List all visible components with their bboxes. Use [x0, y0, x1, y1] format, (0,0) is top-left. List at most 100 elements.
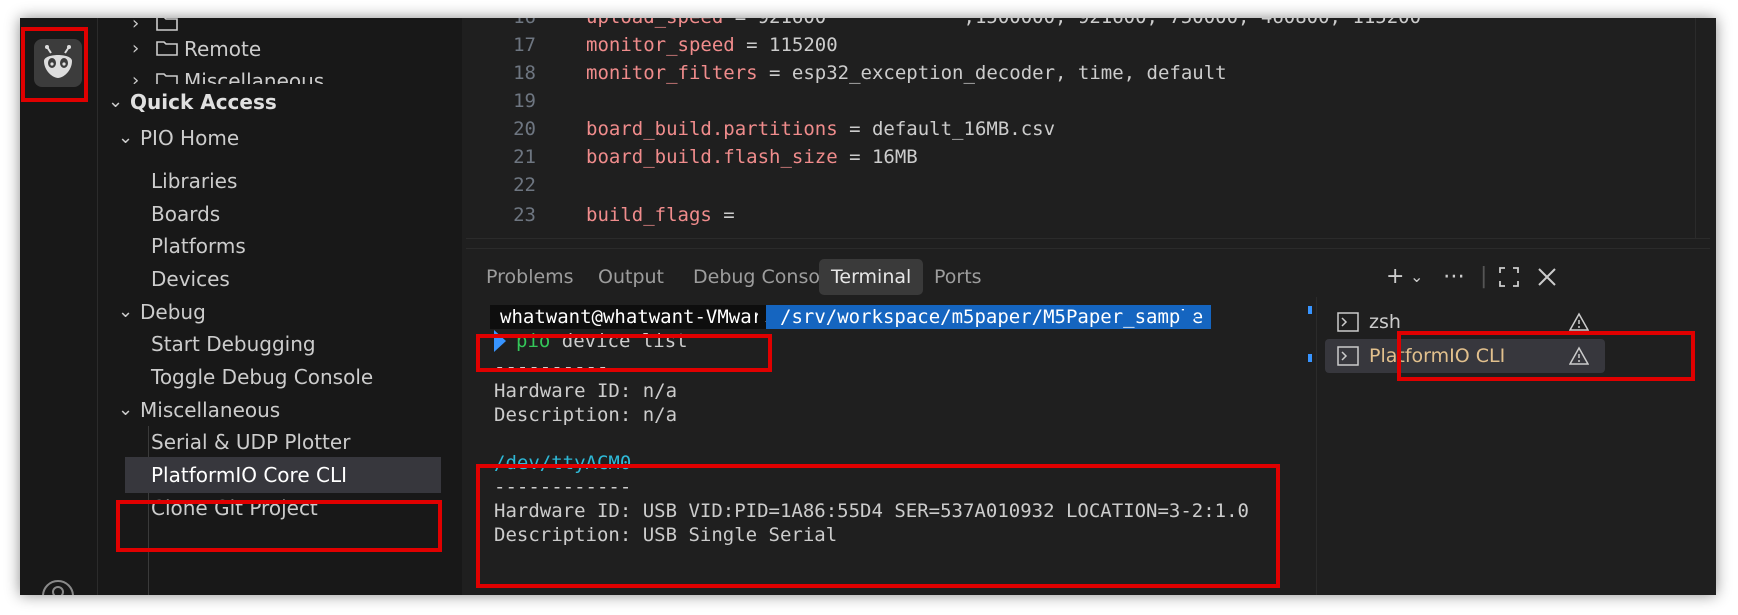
- sidebar-item-clone-git-project[interactable]: Clone Git Project: [98, 490, 462, 526]
- chevron-down-icon: ⌄: [118, 399, 134, 420]
- terminal-scroll-marker: [1308, 354, 1312, 362]
- chevron-down-icon: ⌄: [118, 301, 134, 322]
- prompt-path-segment: /srv/workspace/m5paper/M5Paper_sample: [766, 305, 1212, 329]
- config-key: upload_speed: [586, 18, 723, 28]
- terminal-icon: [1337, 312, 1359, 332]
- more-actions-icon[interactable]: ⋯: [1443, 259, 1465, 295]
- editor-scrollbar[interactable]: [1695, 18, 1710, 238]
- item-label: Clone Git Project: [151, 496, 318, 520]
- terminal-line: Hardware ID: USB VID:PID=1A86:55D4 SER=5…: [494, 500, 1249, 522]
- warning-icon: [1569, 346, 1589, 365]
- config-key: board_build.flash_size: [586, 146, 838, 168]
- command-program: pio: [516, 330, 551, 352]
- config-key: monitor_filters: [586, 62, 758, 84]
- bottom-panel: Problems Output Debug Console Terminal P…: [466, 248, 1710, 595]
- folder-icon: [156, 18, 178, 31]
- sidebar-item-libraries[interactable]: Libraries: [98, 163, 462, 199]
- code-editor[interactable]: 16upload_speed = 921600 ;1500000, 921600…: [466, 18, 1710, 239]
- activity-bar: [20, 18, 98, 595]
- platformio-alien-icon: [44, 45, 72, 78]
- terminal-line: Description: USB Single Serial: [494, 524, 838, 546]
- chevron-down-icon: ⌄: [108, 91, 124, 112]
- sidebar-item-devices[interactable]: Devices: [98, 261, 462, 297]
- platformio-activity-button[interactable]: [34, 39, 82, 87]
- chevron-down-icon[interactable]: ⌄: [1410, 259, 1423, 295]
- vscode-window: › › Remote › Miscellaneous ⌄ Quick Acces…: [20, 18, 1716, 595]
- sidebar-item-platformio-core-cli[interactable]: PlatformIO Core CLI: [125, 457, 441, 493]
- item-label: Toggle Debug Console: [151, 365, 374, 389]
- item-label: Platforms: [151, 234, 246, 258]
- item-label: PlatformIO Core CLI: [151, 463, 347, 487]
- platformio-sidebar: › › Remote › Miscellaneous ⌄ Quick Acces…: [98, 18, 462, 595]
- item-label: Serial & UDP Plotter: [151, 430, 351, 454]
- sidebar-item-start-debugging[interactable]: Start Debugging: [98, 326, 462, 362]
- terminal-line: ----------: [494, 356, 609, 378]
- line-number: 23: [513, 204, 536, 226]
- config-key: board_build.partitions: [586, 118, 838, 140]
- new-terminal-plus-icon[interactable]: +: [1386, 259, 1404, 295]
- terminal-tabs-list: zsh PlatformIO CLI: [1316, 297, 1711, 595]
- panel-tabs: Problems Output Debug Console Terminal P…: [466, 249, 1710, 297]
- chevron-right-icon: ›: [132, 38, 140, 59]
- line-number: 19: [513, 90, 536, 112]
- line-number: 22: [513, 174, 536, 196]
- tab-ports[interactable]: Ports: [922, 259, 994, 295]
- prompt-separator: [1184, 305, 1196, 329]
- line-number: 17: [513, 34, 536, 56]
- item-label: Start Debugging: [151, 332, 316, 356]
- config-key: monitor_speed: [586, 34, 735, 56]
- config-value: = esp32_exception_decoder, time, default: [757, 62, 1227, 84]
- config-value: = 16MB: [837, 146, 918, 168]
- section-title: Quick Access: [130, 90, 277, 114]
- line-number: 20: [513, 118, 536, 140]
- tab-terminal[interactable]: Terminal: [819, 259, 924, 295]
- terminal-line: Description: n/a: [494, 404, 678, 426]
- group-label: PIO Home: [140, 126, 240, 150]
- terminal-tab-platformio-cli[interactable]: PlatformIO CLI: [1325, 339, 1605, 373]
- command-line: pio device list: [516, 329, 688, 353]
- terminal-line: Hardware ID: n/a: [494, 380, 678, 402]
- line-number: 18: [513, 62, 536, 84]
- terminal-tab-zsh[interactable]: zsh: [1325, 305, 1605, 339]
- group-debug[interactable]: ⌄ Debug: [98, 294, 462, 330]
- toolbar-divider: |: [1480, 264, 1488, 289]
- config-value: = default_16MB.csv: [837, 118, 1056, 140]
- config-value: = 921600 ;1500000, 921600, 750000, 46080…: [723, 18, 1421, 28]
- terminal-icon: [1337, 346, 1359, 366]
- tab-output[interactable]: Output: [586, 259, 676, 295]
- config-value: = 115200: [734, 34, 838, 56]
- close-panel-icon[interactable]: [1536, 259, 1558, 295]
- terminal-output[interactable]: whatwant@whatwant-VMware /srv/workspace/…: [466, 297, 1294, 595]
- sidebar-item-toggle-debug-console[interactable]: Toggle Debug Console: [98, 359, 462, 395]
- warning-icon: [1569, 312, 1589, 331]
- folder-icon: [156, 41, 178, 56]
- group-pio-home[interactable]: ⌄ PIO Home: [98, 120, 462, 156]
- maximize-panel-icon[interactable]: [1498, 259, 1520, 295]
- prompt-user-segment: whatwant@whatwant-VMware: [490, 305, 787, 329]
- terminal-line: ------------: [494, 476, 632, 498]
- terminal-tab-label: PlatformIO CLI: [1369, 345, 1506, 367]
- group-label: Debug: [140, 300, 206, 324]
- sidebar-item-serial-udp-plotter[interactable]: Serial & UDP Plotter: [98, 424, 462, 460]
- tab-problems[interactable]: Problems: [474, 259, 586, 295]
- device-path: /dev/ttyACM0: [494, 452, 632, 474]
- terminal-scroll-marker: [1308, 306, 1312, 314]
- line-number: 21: [513, 146, 536, 168]
- sidebar-item-platforms[interactable]: Platforms: [98, 228, 462, 264]
- config-value: =: [711, 204, 735, 226]
- group-miscellaneous[interactable]: ⌄ Miscellaneous: [98, 392, 462, 428]
- account-icon[interactable]: [40, 578, 76, 595]
- item-label: Boards: [151, 202, 221, 226]
- item-label: Devices: [151, 267, 230, 291]
- prompt-arrow-icon: [494, 330, 506, 352]
- config-key: build_flags: [586, 204, 712, 226]
- item-label: Libraries: [151, 169, 238, 193]
- terminal-tab-label: zsh: [1369, 311, 1401, 333]
- group-label: Miscellaneous: [140, 398, 281, 422]
- sidebar-item-boards[interactable]: Boards: [98, 196, 462, 232]
- command-args: device list: [550, 330, 688, 352]
- folder-label: Remote: [184, 37, 262, 61]
- chevron-down-icon: ⌄: [118, 127, 134, 148]
- section-header-quick-access[interactable]: ⌄ Quick Access: [98, 84, 462, 120]
- sidebar-folder-remote[interactable]: › Remote: [98, 31, 462, 67]
